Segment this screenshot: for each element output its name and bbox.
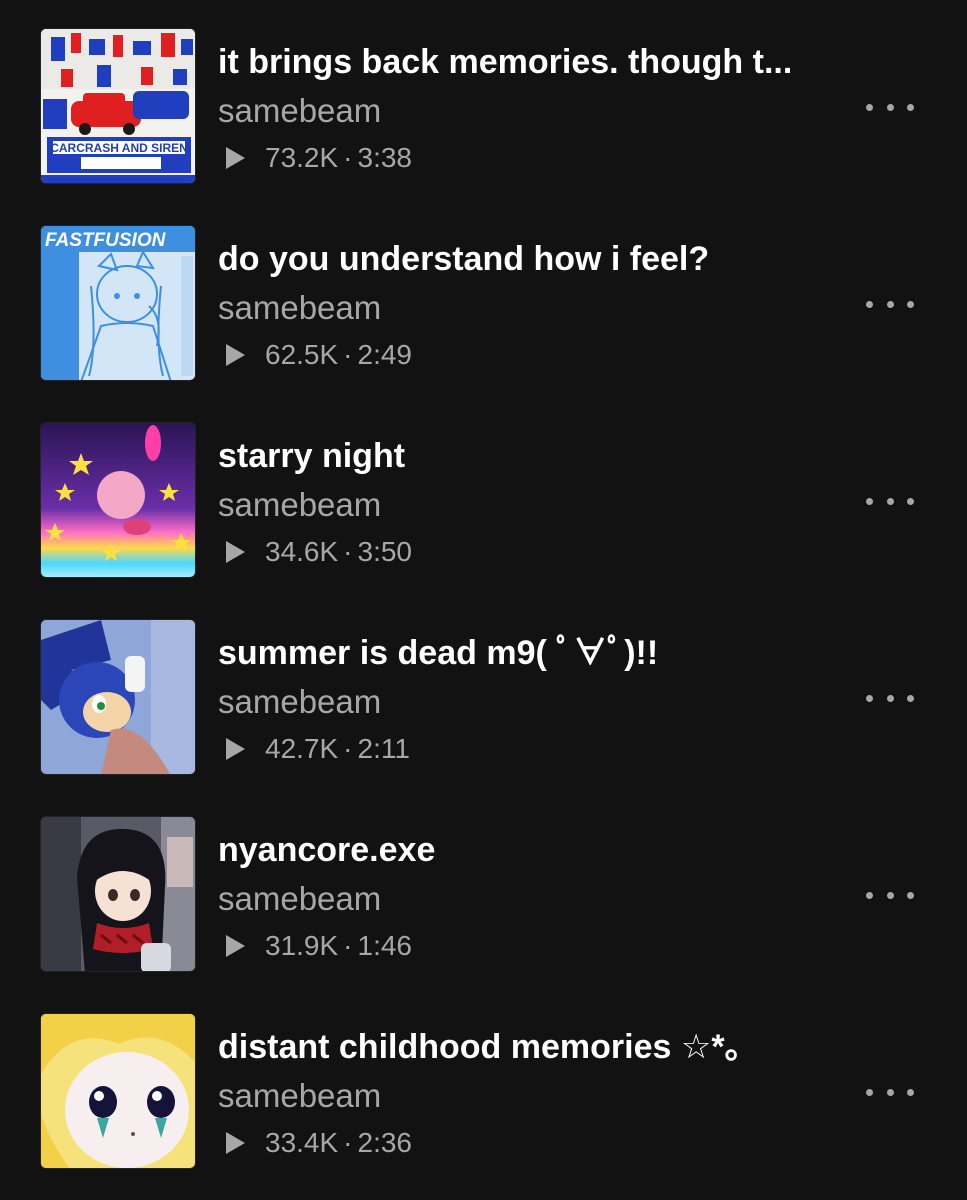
play-count: 31.9K xyxy=(265,930,339,961)
album-art xyxy=(40,422,196,578)
track-title[interactable]: it brings back memories. though t... xyxy=(218,40,838,84)
track-title[interactable]: starry night xyxy=(218,434,838,478)
play-count: 42.7K xyxy=(265,733,339,764)
play-icon xyxy=(226,147,245,169)
play-count: 73.2K xyxy=(265,142,339,173)
more-options-icon[interactable] xyxy=(866,880,914,910)
play-icon xyxy=(226,935,245,957)
track-title[interactable]: summer is dead m9( ﾟ∀ﾟ)!! xyxy=(218,631,838,675)
album-art: CARCRASH AND SIREN xyxy=(40,28,196,184)
track-duration: 2:49 xyxy=(357,339,413,370)
track-artist[interactable]: samebeam xyxy=(218,681,381,723)
meta-separator: · xyxy=(343,142,353,173)
more-options-icon[interactable] xyxy=(866,1077,914,1107)
meta-separator: · xyxy=(343,536,353,567)
track-meta: 42.7K · 2:11 xyxy=(226,730,410,768)
more-options-icon[interactable] xyxy=(866,683,914,713)
meta-separator: · xyxy=(343,1127,353,1158)
album-art-starry-night xyxy=(41,423,195,577)
more-options-icon[interactable] xyxy=(866,289,914,319)
track-meta: 34.6K · 3:50 xyxy=(226,533,412,571)
track-meta: 62.5K · 2:49 xyxy=(226,336,412,374)
meta-separator: · xyxy=(343,930,353,961)
track-list: CARCRASH AND SIREN it brings back memori… xyxy=(0,0,967,1200)
play-icon xyxy=(226,738,245,760)
album-art-text: FASTFUSION xyxy=(45,230,167,251)
track-artist[interactable]: samebeam xyxy=(218,878,381,920)
play-icon xyxy=(226,1132,245,1154)
track-meta: 31.9K · 1:46 xyxy=(226,927,412,965)
album-art-nyancore xyxy=(41,817,195,971)
track-title[interactable]: distant childhood memories ☆*。 xyxy=(218,1025,838,1069)
more-options-icon[interactable] xyxy=(866,486,914,516)
more-options-icon[interactable] xyxy=(866,92,914,122)
album-art-fastfusion: FASTFUSION xyxy=(41,226,195,380)
track-title[interactable]: nyancore.exe xyxy=(218,828,838,872)
track-row[interactable]: starry night samebeam 34.6K · 3:50 xyxy=(0,394,967,591)
track-row[interactable]: FASTFUSION do you understand how i feel?… xyxy=(0,197,967,394)
play-icon xyxy=(226,541,245,563)
track-duration: 1:46 xyxy=(357,930,413,961)
track-row[interactable]: nyancore.exe samebeam 31.9K · 1:46 xyxy=(0,788,967,985)
track-row[interactable]: summer is dead m9( ﾟ∀ﾟ)!! samebeam 42.7K… xyxy=(0,591,967,788)
meta-separator: · xyxy=(343,339,353,370)
play-count: 33.4K xyxy=(265,1127,339,1158)
album-art-summer xyxy=(41,620,195,774)
track-meta: 73.2K · 3:38 xyxy=(226,139,412,177)
meta-separator: · xyxy=(343,733,353,764)
track-duration: 3:38 xyxy=(357,142,413,173)
track-artist[interactable]: samebeam xyxy=(218,287,381,329)
album-art: FASTFUSION xyxy=(40,225,196,381)
track-meta: 33.4K · 2:36 xyxy=(226,1124,412,1162)
play-icon xyxy=(226,344,245,366)
play-count: 62.5K xyxy=(265,339,339,370)
album-art-carcrash: CARCRASH AND SIREN xyxy=(41,29,195,183)
album-art-distant xyxy=(41,1014,195,1168)
track-duration: 3:50 xyxy=(357,536,413,567)
track-artist[interactable]: samebeam xyxy=(218,484,381,526)
album-art xyxy=(40,816,196,972)
track-duration: 2:36 xyxy=(357,1127,413,1158)
track-title[interactable]: do you understand how i feel? xyxy=(218,237,838,281)
play-count: 34.6K xyxy=(265,536,339,567)
track-row[interactable]: distant childhood memories ☆*。 samebeam … xyxy=(0,985,967,1182)
album-art xyxy=(40,1013,196,1169)
track-artist[interactable]: samebeam xyxy=(218,1075,381,1117)
album-art-text: CARCRASH AND SIREN xyxy=(50,141,188,155)
track-row[interactable]: CARCRASH AND SIREN it brings back memori… xyxy=(0,0,967,197)
track-artist[interactable]: samebeam xyxy=(218,90,381,132)
album-art xyxy=(40,619,196,775)
track-duration: 2:11 xyxy=(357,733,410,764)
